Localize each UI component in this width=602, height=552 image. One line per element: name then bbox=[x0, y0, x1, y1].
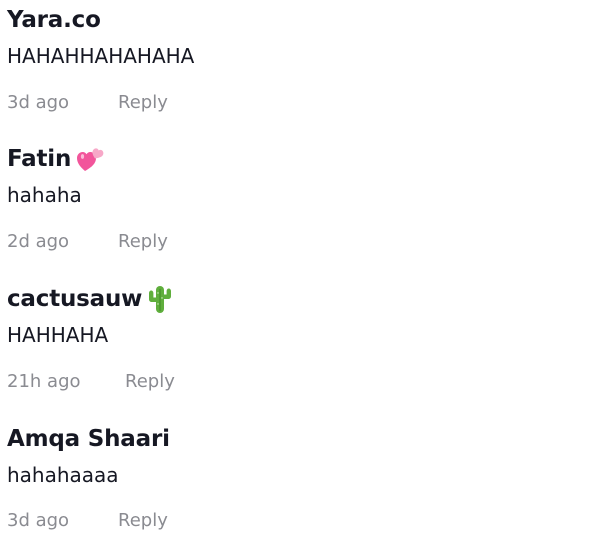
comment-item: Amqa Shaari hahahaaaa 3d ago Reply bbox=[7, 424, 587, 531]
comment-item: Fatin hahaha 2d ago Reply bbox=[7, 144, 587, 252]
comment-author-name[interactable]: Yara.co bbox=[7, 5, 101, 35]
two-hearts-icon bbox=[77, 144, 105, 174]
comment-author-name[interactable]: cactusauw bbox=[7, 284, 142, 314]
comment-author[interactable]: Yara.co bbox=[7, 5, 587, 35]
comment-text: hahaha bbox=[7, 183, 82, 207]
comment-text: hahahaaaa bbox=[7, 463, 119, 487]
comment-author-name[interactable]: Amqa Shaari bbox=[7, 424, 170, 454]
comment-author-name[interactable]: Fatin bbox=[7, 144, 71, 174]
comment-author[interactable]: Amqa Shaari bbox=[7, 424, 587, 454]
comment-item: cactusauw HAHHAHA 21h ago Reply bbox=[7, 284, 587, 392]
cactus-icon bbox=[146, 284, 174, 314]
comment-author[interactable]: Fatin bbox=[7, 144, 587, 174]
comment-time: 3d ago bbox=[7, 510, 70, 531]
comment-time: 21h ago bbox=[7, 371, 81, 392]
comment-author[interactable]: cactusauw bbox=[7, 284, 587, 314]
comment-text: HAHAHHAHAHAHA bbox=[7, 44, 195, 68]
comment-time: 2d ago bbox=[7, 231, 70, 252]
comment-item: Yara.co HAHAHHAHAHAHA 3d ago Reply bbox=[7, 5, 587, 113]
reply-button[interactable]: Reply bbox=[125, 370, 175, 394]
reply-button[interactable]: Reply bbox=[118, 230, 168, 254]
comment-time: 3d ago bbox=[7, 92, 70, 113]
comment-text: HAHHAHA bbox=[7, 323, 109, 347]
reply-button[interactable]: Reply bbox=[118, 509, 168, 533]
reply-button[interactable]: Reply bbox=[118, 91, 168, 115]
